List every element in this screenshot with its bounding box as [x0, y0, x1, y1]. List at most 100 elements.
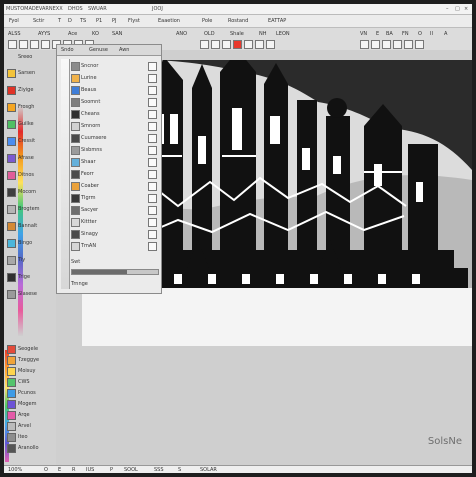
close-button[interactable]: ×: [464, 6, 468, 12]
toolbar-item-ko[interactable]: KO: [92, 31, 99, 37]
left-panel-item-bingo[interactable]: Bingo: [7, 238, 55, 248]
left-panel-item-brogtem[interactable]: Brogtem: [7, 204, 55, 214]
menu-item-p1[interactable]: P1: [96, 18, 102, 24]
left-panel-lower-item-pcunos[interactable]: Pcunos: [7, 388, 55, 398]
redo-icon[interactable]: [371, 40, 380, 49]
share-icon[interactable]: [404, 40, 413, 49]
settings-icon[interactable]: [415, 40, 424, 49]
left-panel-lower-item-aranollo[interactable]: Aranollo: [7, 443, 55, 453]
visibility-icon[interactable]: [148, 206, 157, 215]
visibility-icon[interactable]: [148, 218, 157, 227]
mask-icon[interactable]: [222, 40, 231, 49]
tab-dhos[interactable]: DHOS: [68, 6, 83, 12]
visibility-icon[interactable]: [148, 170, 157, 179]
maximize-button[interactable]: □: [455, 6, 460, 12]
left-panel-item-ziyige[interactable]: Ziyige: [7, 85, 55, 95]
left-panel-lower-item-moisuy[interactable]: Moisuy: [7, 366, 55, 376]
brush-icon[interactable]: [8, 40, 17, 49]
left-panel-lower-item-arqe[interactable]: Arqe: [7, 410, 55, 420]
left-panel-item-afrase[interactable]: Afrase: [7, 153, 55, 163]
grid-icon[interactable]: [244, 40, 253, 49]
export-icon[interactable]: [393, 40, 402, 49]
toolbar-item-alss[interactable]: ALSS: [8, 31, 21, 37]
history-icon[interactable]: [382, 40, 391, 49]
toolbar-right-a[interactable]: A: [444, 31, 447, 37]
left-panel-item-slasese[interactable]: Slasese: [7, 289, 55, 299]
menu-item-sctir[interactable]: Sctir: [33, 18, 44, 24]
toolbar-item-ace[interactable]: Ace: [68, 31, 77, 37]
visibility-icon[interactable]: [148, 230, 157, 239]
layer-icon[interactable]: [200, 40, 209, 49]
menu-item-t[interactable]: T: [58, 18, 61, 24]
visibility-icon[interactable]: [148, 182, 157, 191]
left-panel-item-ditnos[interactable]: Ditnos: [7, 170, 55, 180]
menu-item-fyol[interactable]: Fyol: [9, 18, 19, 24]
visibility-icon[interactable]: [148, 158, 157, 167]
left-panel-item-tiy[interactable]: Tiy: [7, 255, 55, 265]
swatch-icon: [71, 98, 80, 107]
left-panel-item-guilke[interactable]: Guilke: [7, 119, 55, 129]
visibility-icon[interactable]: [148, 86, 157, 95]
left-panel-lower-item-iteo[interactable]: Iteo: [7, 432, 55, 442]
visibility-icon[interactable]: [148, 74, 157, 83]
pen-icon[interactable]: [19, 40, 28, 49]
left-panel-lower-item-seogele[interactable]: Seogele: [7, 344, 55, 354]
visibility-icon[interactable]: [148, 242, 157, 251]
menu-item-eattap[interactable]: EATTAP: [268, 18, 286, 24]
left-panel-lower-item-label: Tzeggye: [18, 357, 40, 363]
eraser-icon[interactable]: [30, 40, 39, 49]
left-panel-lower-item-mogem[interactable]: Mogem: [7, 399, 55, 409]
left-panel-lower-item-cws[interactable]: CWS: [7, 377, 55, 387]
minimize-button[interactable]: –: [446, 6, 449, 12]
left-panel-item-sarsen[interactable]: Sarsen: [7, 68, 55, 78]
menu-item-rostand[interactable]: Rostand: [228, 18, 248, 24]
menu-item-d[interactable]: D: [68, 18, 72, 24]
panel-item-tman[interactable]: TmAN: [71, 239, 157, 253]
left-panel-item-label: Bingo: [18, 240, 33, 246]
ruler-icon[interactable]: [255, 40, 264, 49]
left-panel-item-trige[interactable]: Trige: [7, 272, 55, 282]
swatch-icon: [7, 103, 16, 112]
toolbar-right-e[interactable]: E: [376, 31, 379, 37]
panel-tab-awn[interactable]: Awn: [119, 47, 129, 53]
left-panel-item-bannalt[interactable]: Bannalt: [7, 221, 55, 231]
toolbar-right-fn[interactable]: FN: [402, 31, 409, 37]
fill-icon[interactable]: [41, 40, 50, 49]
toolbar-right-o[interactable]: O: [418, 31, 422, 37]
panel-tab-genuse[interactable]: Genuse: [89, 47, 108, 53]
toolbar-right-ii[interactable]: II: [430, 31, 433, 37]
snap-icon[interactable]: [266, 40, 275, 49]
left-panel-item-mocom[interactable]: Mocom: [7, 187, 55, 197]
toolbar-item-ayys[interactable]: AYYS: [38, 31, 50, 37]
toolbar-item-san[interactable]: SAN: [112, 31, 122, 37]
visibility-icon[interactable]: [148, 62, 157, 71]
visibility-icon[interactable]: [148, 134, 157, 143]
toolbar-right-vn[interactable]: VN: [360, 31, 367, 37]
undo-icon[interactable]: [360, 40, 369, 49]
swatch-icon: [7, 389, 16, 398]
menu-item-pj[interactable]: PJ: [112, 18, 117, 24]
visibility-icon[interactable]: [148, 146, 157, 155]
color-swatch-icon[interactable]: [233, 40, 242, 49]
left-panel-lower-item-arvel[interactable]: Arvel: [7, 421, 55, 431]
visibility-icon[interactable]: [148, 98, 157, 107]
left-panel-lower-item-label: Mogem: [18, 401, 37, 407]
floating-panel-title: Sndo: [61, 47, 74, 53]
left-panel-item-cressit[interactable]: Cressit: [7, 136, 55, 146]
fx-icon[interactable]: [211, 40, 220, 49]
visibility-icon[interactable]: [148, 194, 157, 203]
swatch-icon: [7, 345, 16, 354]
panel-item-label: Feorr: [81, 171, 94, 177]
menu-item-pole[interactable]: Pole: [202, 18, 212, 24]
menu-item-eaaetion[interactable]: Eaaetion: [158, 18, 180, 24]
visibility-icon[interactable]: [148, 122, 157, 131]
menu-item-ts[interactable]: TS: [80, 18, 86, 24]
toolbar-right-ba[interactable]: BA: [386, 31, 393, 37]
menu-item-flyst[interactable]: Flyst: [128, 18, 140, 24]
left-panel-item-frosgh[interactable]: Frosgh: [7, 102, 55, 112]
left-panel-lower-item-tzeggye[interactable]: Tzeggye: [7, 355, 55, 365]
panel-slider[interactable]: [71, 269, 159, 275]
visibility-icon[interactable]: [148, 110, 157, 119]
panel-footer: Trnnge: [71, 281, 88, 287]
toolbar-label-leon: LEON: [276, 31, 290, 37]
